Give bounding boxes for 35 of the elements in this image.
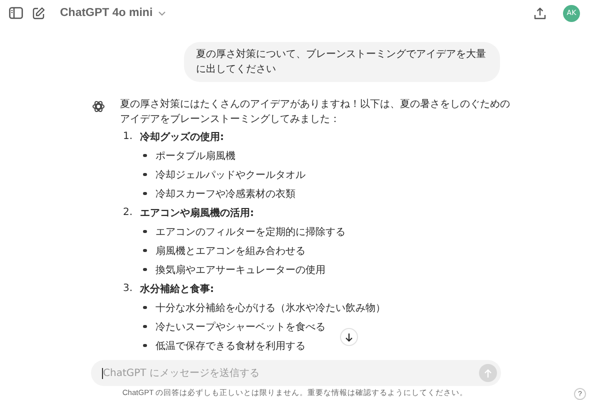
assistant-intro: 夏の厚さ対策にはたくさんのアイデアがありますね！以下は、夏の暑さをしのぐためのアイデアをブレーンストーミングしてみました： — [120, 98, 511, 127]
share-icon[interactable] — [534, 6, 546, 20]
bullet-icon — [143, 248, 146, 252]
list-item: 冷たいスープやシャーベットを食べる — [156, 320, 326, 334]
bullet-icon — [143, 172, 146, 176]
bullet-icon — [143, 230, 146, 234]
bullet-icon — [143, 192, 146, 196]
arrow-down-icon — [345, 332, 353, 342]
list-item: 低温で保存できる食材を利用する — [156, 340, 306, 352]
sidebar-toggle-icon[interactable] — [9, 7, 23, 19]
bullet-icon — [143, 306, 146, 310]
list-item: 十分な水分補給を心がける（氷水や冷たい飲み物） — [156, 302, 386, 314]
list-number: 2. — [123, 207, 134, 218]
list-item: 扇風機とエアコンを組み合わせる — [156, 244, 306, 258]
bullet-icon — [143, 324, 146, 328]
list-item: ポータブル扇風機 — [156, 150, 236, 162]
scroll-down-button[interactable] — [340, 328, 358, 346]
list-item: 冷却スカーフや冷感素材の衣類 — [156, 188, 296, 200]
chevron-icon — [158, 10, 166, 16]
bullet-icon — [143, 268, 146, 272]
section-heading: 水分補給と食事: — [140, 282, 214, 296]
bullet-icon — [143, 344, 146, 348]
section-heading: 冷却グッズの使用: — [140, 130, 224, 144]
assistant-logo-icon — [92, 100, 105, 113]
list-item: 冷却ジェルパッドやクールタオル — [156, 168, 306, 182]
new-chat-icon[interactable] — [32, 6, 45, 20]
list-number: 1. — [123, 131, 134, 142]
bullet-icon — [143, 154, 146, 158]
section-heading: エアコンや扇風機の活用: — [140, 206, 254, 220]
model-selector[interactable]: ChatGPT 4o mini — [60, 7, 166, 19]
arrow-up-icon — [484, 368, 492, 378]
user-message: 夏の厚さ対策について、ブレーンストーミングでアイデアを大量に出してください — [184, 42, 500, 82]
list-item: 換気扇やエアサーキュレーターの使用 — [156, 264, 326, 276]
list-number: 3. — [123, 283, 134, 294]
list-item: エアコンのフィルターを定期的に掃除する — [156, 226, 346, 238]
